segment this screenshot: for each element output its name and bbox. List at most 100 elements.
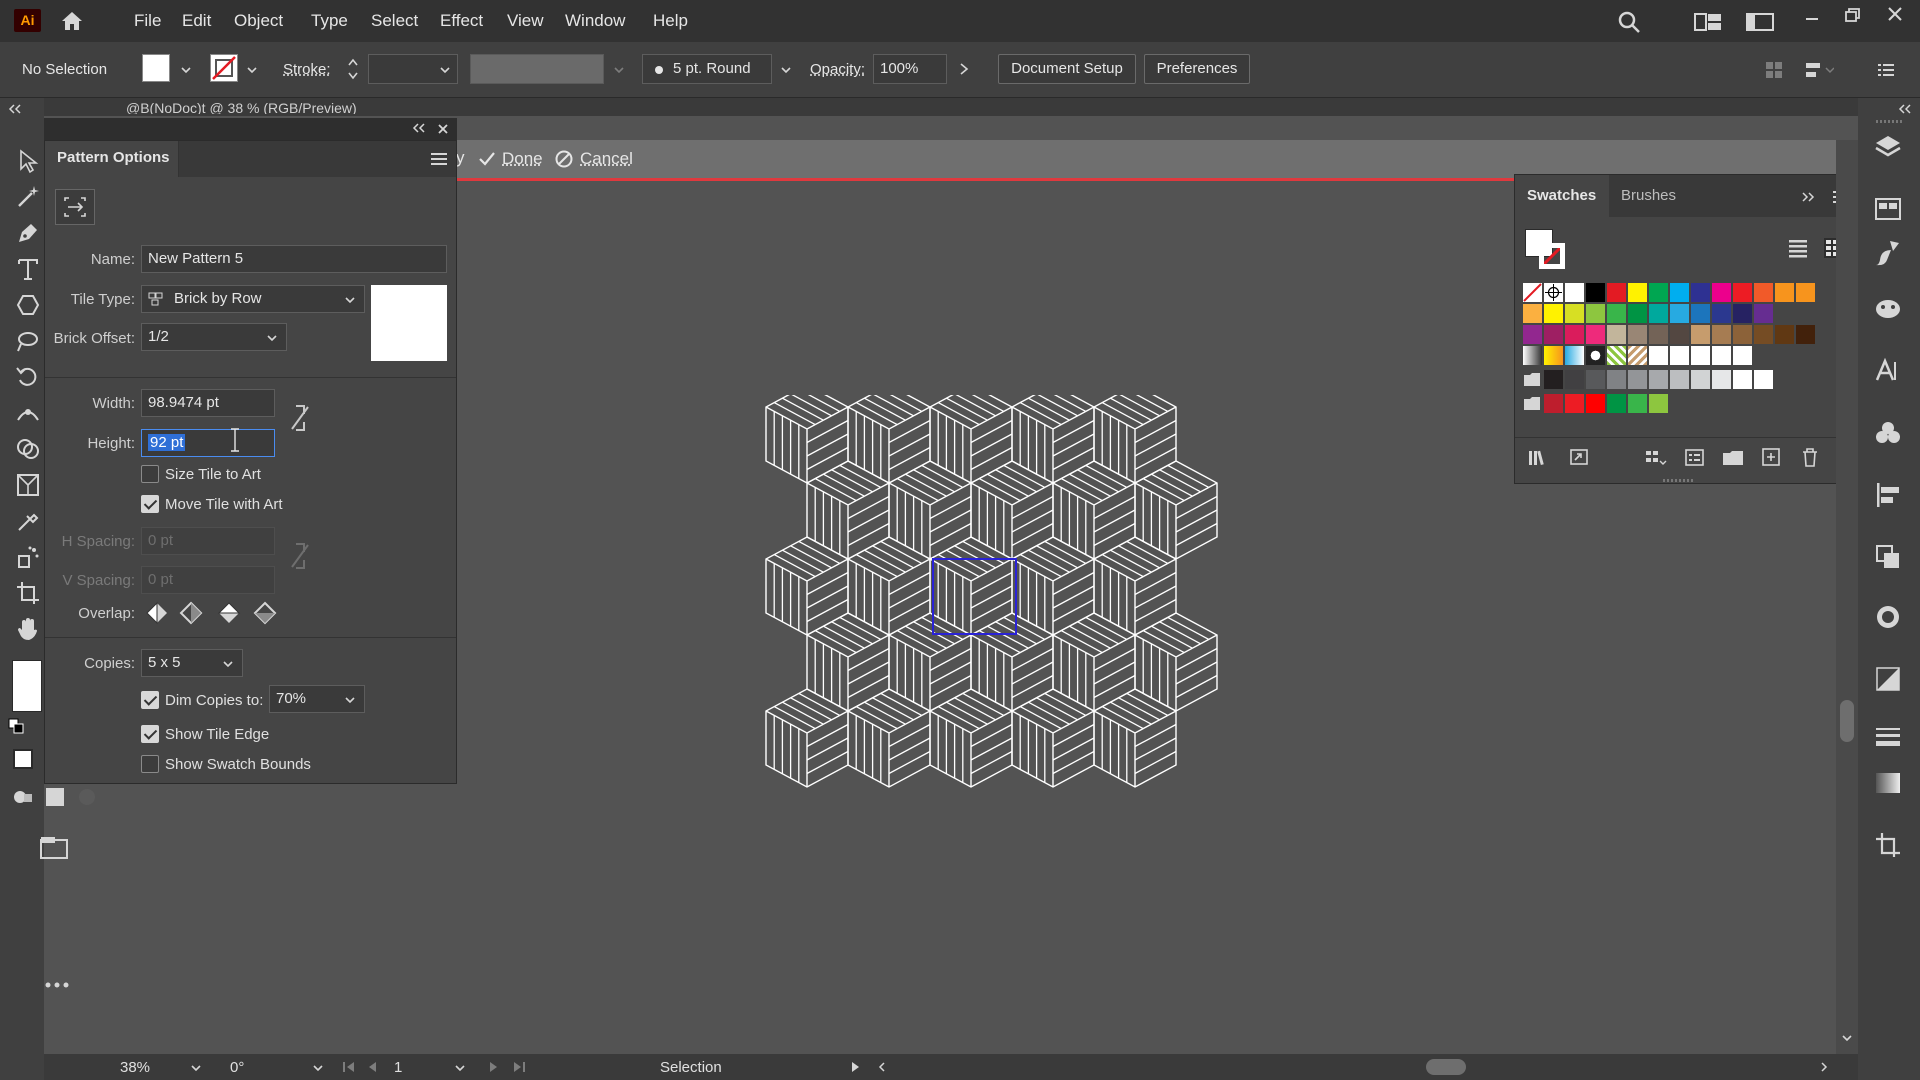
cancel-icon[interactable] <box>554 149 574 169</box>
opacity-label[interactable]: Opacity: <box>810 61 865 78</box>
tile-type-dropdown[interactable]: Brick by Row <box>141 285 365 313</box>
top-in-front-icon[interactable] <box>215 599 243 627</box>
zoom-field[interactable]: 38% <box>116 1054 206 1080</box>
scroll-left-icon[interactable] <box>876 1061 888 1073</box>
hand-tool-icon[interactable] <box>15 616 41 642</box>
swatch[interactable] <box>1544 304 1563 323</box>
swatch[interactable] <box>1607 394 1626 413</box>
move-tile-with-art-checkbox[interactable] <box>141 495 159 513</box>
swatch[interactable] <box>1754 283 1773 302</box>
perspective-grid-tool-icon[interactable] <box>15 472 41 498</box>
swatch[interactable] <box>1523 304 1542 323</box>
swatch[interactable] <box>1670 370 1689 389</box>
swatch[interactable] <box>1796 283 1815 302</box>
workspace-switcher-icon[interactable] <box>1694 12 1722 32</box>
artboard-number-field[interactable]: 1 <box>390 1054 470 1080</box>
pattern-panel-tab[interactable]: Pattern Options <box>45 141 179 177</box>
swatch[interactable] <box>1712 304 1731 323</box>
swatch[interactable] <box>1733 304 1752 323</box>
panel-resize-grip[interactable] <box>1663 479 1693 482</box>
new-swatch-icon[interactable] <box>1761 447 1783 467</box>
new-color-group-icon[interactable] <box>1721 447 1745 467</box>
collapse-panel-icon[interactable] <box>412 122 428 134</box>
eyedropper-tool-icon[interactable] <box>15 508 41 534</box>
graphic-styles-icon[interactable] <box>1873 418 1903 448</box>
type-tool-icon[interactable] <box>15 256 41 282</box>
pattern-name-input[interactable]: New Pattern 5 <box>141 245 447 273</box>
swatch[interactable] <box>1691 346 1710 365</box>
swatch[interactable] <box>1628 304 1647 323</box>
gradient-panel-icon[interactable] <box>1873 768 1903 798</box>
fill-color-box[interactable] <box>12 660 42 712</box>
vertical-scrollbar[interactable] <box>1836 140 1858 1054</box>
swatch[interactable] <box>1544 346 1563 365</box>
swatch[interactable] <box>1565 394 1584 413</box>
unlink-proportions-icon[interactable] <box>289 403 311 433</box>
scroll-down-icon[interactable] <box>1841 1032 1853 1044</box>
stroke-weight-field[interactable] <box>368 54 458 84</box>
horizontal-scroll-thumb[interactable] <box>1426 1059 1466 1075</box>
transparency-icon[interactable] <box>1873 664 1903 694</box>
swatch[interactable] <box>1649 325 1668 344</box>
swatches-tab[interactable]: Swatches <box>1515 175 1609 217</box>
fill-stroke-indicator[interactable] <box>1525 229 1569 273</box>
brushes-tab[interactable]: Brushes <box>1621 187 1676 204</box>
swatch[interactable] <box>1628 346 1647 365</box>
swatch[interactable] <box>1712 370 1731 389</box>
pattern-tile-edge[interactable] <box>932 558 1017 635</box>
swatch[interactable] <box>1565 346 1584 365</box>
cancel-button[interactable]: Cancel <box>580 149 633 169</box>
gradient-mode-icon[interactable] <box>44 786 66 808</box>
last-artboard-icon[interactable] <box>512 1061 526 1073</box>
swatch[interactable] <box>1628 325 1647 344</box>
symbols-icon[interactable] <box>1873 294 1903 324</box>
home-icon[interactable] <box>60 10 84 32</box>
show-swatch-kinds-icon[interactable] <box>1643 447 1667 467</box>
stroke-stepper[interactable] <box>346 54 360 84</box>
dim-copies-checkbox[interactable] <box>141 691 159 709</box>
height-input[interactable]: 92 pt <box>141 429 275 457</box>
swatch[interactable] <box>1586 283 1605 302</box>
swatch[interactable] <box>1754 370 1773 389</box>
arrange-icon[interactable] <box>1764 60 1784 80</box>
swatch[interactable] <box>1670 325 1689 344</box>
variable-width-profile[interactable] <box>470 54 604 84</box>
swatch[interactable] <box>1733 325 1752 344</box>
swatch[interactable] <box>1565 304 1584 323</box>
swatch[interactable] <box>1649 370 1668 389</box>
scroll-right-icon[interactable] <box>1818 1061 1830 1073</box>
swatch[interactable] <box>1649 304 1668 323</box>
swatch[interactable] <box>1544 283 1563 302</box>
swatch[interactable] <box>1586 346 1605 365</box>
chevron-down-icon[interactable] <box>246 64 258 76</box>
width-tool-icon[interactable] <box>15 400 41 426</box>
symbol-sprayer-tool-icon[interactable] <box>15 544 41 570</box>
chevron-down-icon[interactable] <box>780 64 792 76</box>
menu-file[interactable]: File <box>134 11 161 31</box>
delete-swatch-icon[interactable] <box>1799 447 1821 467</box>
menu-select[interactable]: Select <box>371 11 418 31</box>
shape-builder-tool-icon[interactable] <box>15 436 41 462</box>
swatch[interactable] <box>1733 346 1752 365</box>
swatch[interactable] <box>1712 346 1731 365</box>
fill-swatch[interactable] <box>142 54 170 82</box>
pattern-tile-tool-button[interactable] <box>55 189 95 225</box>
panel-menu-icon[interactable] <box>1876 60 1896 80</box>
first-artboard-icon[interactable] <box>342 1061 356 1073</box>
artboard-tool-icon[interactable] <box>15 580 41 606</box>
show-swatch-bounds-checkbox[interactable] <box>141 755 159 773</box>
align-panel-icon[interactable] <box>1873 480 1903 510</box>
libraries-icon[interactable] <box>1873 194 1903 224</box>
copies-dropdown[interactable]: 5 x 5 <box>141 649 243 677</box>
swatch[interactable] <box>1607 304 1626 323</box>
swatch[interactable] <box>1523 346 1542 365</box>
appearance-icon[interactable] <box>1873 602 1903 632</box>
menu-type[interactable]: Type <box>311 11 348 31</box>
close-icon[interactable] <box>1886 5 1904 23</box>
search-icon[interactable] <box>1617 10 1641 34</box>
brushes-icon[interactable] <box>1873 238 1903 268</box>
pattern-canvas-art[interactable] <box>760 395 1230 805</box>
swatch-options-icon[interactable] <box>1683 447 1707 467</box>
document-tab-title[interactable]: @B(NoDoc)t @ 38 % (RGB/Preview) <box>126 100 486 114</box>
pen-tool-icon[interactable] <box>15 220 41 246</box>
